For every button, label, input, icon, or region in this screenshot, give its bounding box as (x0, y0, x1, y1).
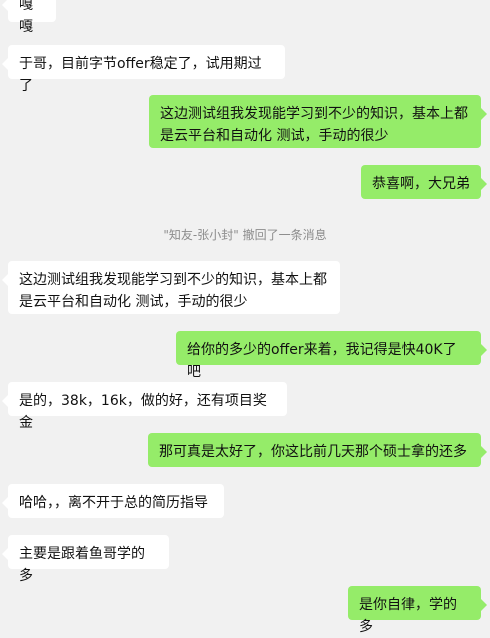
message-bubble-received[interactable]: 嘎嘎 (2, 0, 56, 35)
message-bubble-received[interactable]: 主要是跟着鱼哥学的多 (2, 535, 169, 584)
message-bubble-received[interactable]: 于哥，目前字节offer稳定了，试用期过了 (2, 45, 285, 94)
chat-area: 嘎嘎 于哥，目前字节offer稳定了，试用期过了 这边测试组我发现能学习到不少的… (0, 0, 490, 635)
message-bubble-sent[interactable]: 那可真是太好了，你这比前几天那个硕士拿的还多 (148, 433, 487, 467)
message-bubble-sent[interactable]: 恭喜啊，大兄弟 (361, 165, 487, 199)
recall-notice: "知友-张小封" 撤回了一条消息 (163, 228, 327, 242)
message-bubble-received[interactable]: 是的，38k，16k，做的好，还有项目奖金 (2, 382, 287, 431)
message-bubble-received[interactable]: 哈哈，，离不开于总的简历指导 (2, 484, 224, 518)
message-bubble-sent[interactable]: 是你自律，学的多 (348, 586, 487, 635)
message-bubble-received[interactable]: 这边测试组我发现能学习到不少的知识，基本上都 是云平台和自动化 测试，手动的很少 (2, 261, 340, 314)
message-bubble-sent[interactable]: 给你的多少的offer来着，我记得是快40K了吧 (176, 331, 487, 380)
message-bubble-sent[interactable]: 这边测试组我发现能学习到不少的知识，基本上都 是云平台和自动化 测试，手动的很少 (149, 95, 487, 148)
